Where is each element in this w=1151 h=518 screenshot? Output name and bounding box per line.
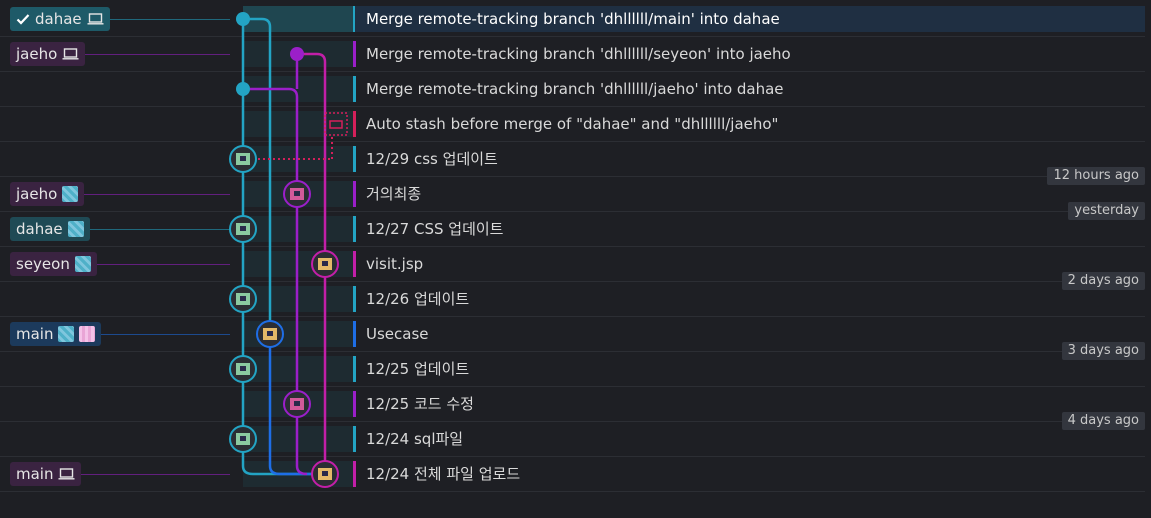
branch-ref-label: jaeho (16, 45, 58, 63)
merge-commit-dot (236, 82, 250, 96)
ref-connector-line (81, 474, 230, 475)
ref-connector-line (85, 54, 230, 55)
stash-node (324, 112, 348, 136)
stash-icon (329, 120, 343, 129)
branch-ref-label: dahae (16, 220, 63, 238)
laptop-icon (58, 468, 75, 480)
ref-connector-line (97, 264, 230, 265)
remote-avatar-icon-2 (79, 326, 96, 342)
merge-commit-dot (290, 47, 304, 61)
branch-ref-pill[interactable]: dahae (10, 7, 110, 31)
remote-avatar-icon (58, 326, 75, 342)
branch-ref-pill[interactable]: jaeho (10, 182, 85, 206)
ref-connector-line (110, 19, 230, 20)
branch-ref-pill[interactable]: jaeho (10, 42, 86, 66)
branch-ref-pill[interactable]: main (10, 462, 82, 486)
remote-avatar-icon (67, 221, 84, 237)
branch-ref-label: jaeho (16, 185, 58, 203)
ref-connector-line (101, 334, 230, 335)
branch-lines (229, 12, 348, 488)
remote-avatar-icon (62, 186, 79, 202)
branch-ref-label: seyeon (16, 255, 70, 273)
remote-avatar-icon (74, 256, 91, 272)
commit-graph: Merge remote-tracking branch 'dhllllll/m… (0, 0, 1151, 518)
branch-ref-pill[interactable]: main (10, 322, 102, 346)
laptop-icon (87, 13, 104, 25)
branch-ref-pill[interactable]: seyeon (10, 252, 97, 276)
ref-connector-line (84, 194, 230, 195)
branch-ref-pill[interactable]: dahae (10, 217, 90, 241)
merge-commit-dot (236, 12, 250, 26)
branch-ref-label: main (16, 465, 54, 483)
check-icon (16, 13, 30, 25)
branch-ref-label: dahae (35, 10, 82, 28)
laptop-icon (62, 48, 79, 60)
branch-ref-label: main (16, 325, 54, 343)
ref-connector-line (90, 229, 230, 230)
